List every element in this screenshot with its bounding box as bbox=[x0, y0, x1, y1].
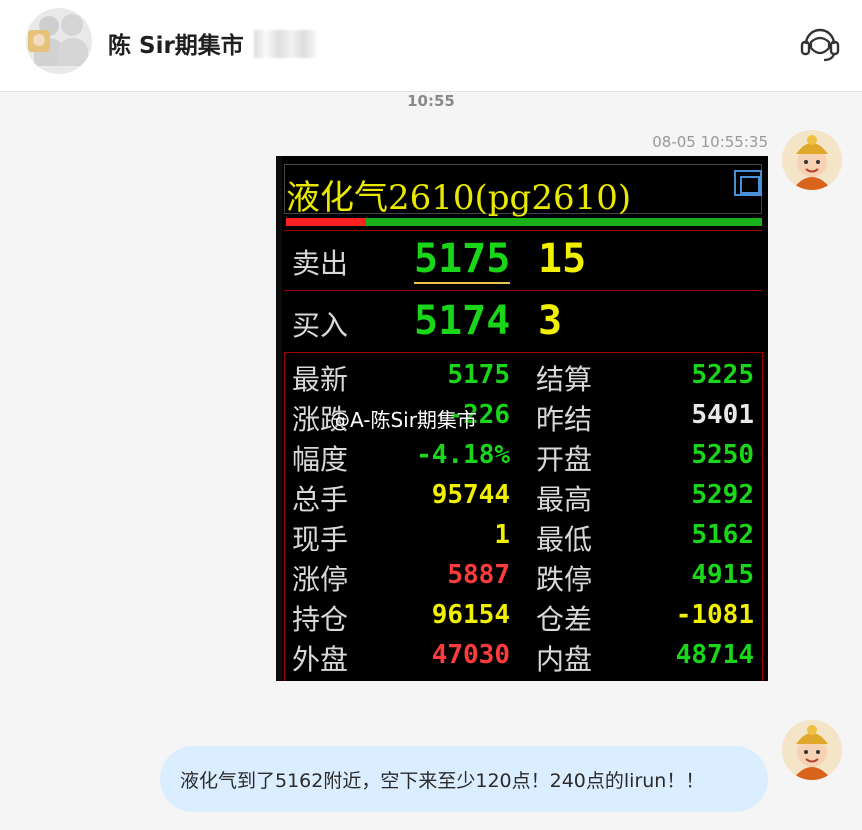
sell-price: 5175 bbox=[414, 236, 511, 282]
quote-value: 5225 bbox=[691, 360, 754, 390]
quote-value: 5292 bbox=[691, 480, 754, 510]
window-corner-icon bbox=[734, 170, 762, 196]
customer-service-icon[interactable] bbox=[798, 20, 842, 64]
sell-ratio-bar bbox=[286, 218, 366, 226]
buy-price: 5174 bbox=[414, 298, 511, 344]
message-text: 液化气到了5162附近，空下来至少120点！240点的lirun！！ bbox=[180, 770, 705, 792]
quote-label: 涨停 bbox=[292, 563, 349, 596]
message-timestamp: 08-05 10:55:35 bbox=[652, 133, 768, 151]
buy-volume: 3 bbox=[538, 298, 563, 344]
quote-label: 最低 bbox=[536, 523, 593, 556]
quote-label: 幅度 bbox=[292, 443, 349, 476]
quote-label: 仓差 bbox=[536, 603, 593, 636]
quote-value: 5175 bbox=[447, 360, 510, 390]
user-avatar[interactable] bbox=[782, 130, 842, 190]
quote-label: 结算 bbox=[536, 363, 593, 396]
quote-value: -1081 bbox=[675, 600, 754, 630]
quote-value: 48714 bbox=[675, 640, 754, 670]
buy-ratio-bar bbox=[366, 218, 762, 226]
quote-value: 96154 bbox=[431, 600, 510, 630]
quote-label: 现手 bbox=[292, 523, 349, 556]
quote-label: 外盘 bbox=[292, 643, 349, 676]
sell-volume: 15 bbox=[538, 236, 587, 282]
quote-value: 5250 bbox=[691, 440, 754, 470]
group-avatar-icon[interactable] bbox=[26, 8, 92, 74]
quote-label: 昨结 bbox=[536, 403, 593, 436]
quote-value: 95744 bbox=[431, 480, 510, 510]
sell-label: 卖出 bbox=[292, 247, 349, 280]
chat-title: 陈 Sir期集市 bbox=[108, 33, 244, 59]
quote-value: -4.18% bbox=[416, 440, 510, 470]
buy-label: 买入 bbox=[292, 309, 349, 342]
contract-title: 液化气2610(pg2610) bbox=[286, 178, 632, 218]
quote-value: 1 bbox=[494, 520, 510, 550]
weibo-watermark: @A-陈Sir期集市 bbox=[330, 408, 477, 432]
blurred-title-suffix bbox=[254, 30, 316, 58]
quote-label: 内盘 bbox=[536, 643, 593, 676]
text-message-bubble[interactable]: 液化气到了5162附近，空下来至少120点！240点的lirun！！ bbox=[160, 746, 768, 812]
quote-label: 开盘 bbox=[536, 443, 593, 476]
quote-label: 跌停 bbox=[536, 563, 593, 596]
quote-label: 最高 bbox=[536, 483, 593, 516]
chat-header: 陈 Sir期集市 bbox=[0, 0, 862, 92]
quote-value: 5162 bbox=[691, 520, 754, 550]
quote-value: 47030 bbox=[431, 640, 510, 670]
quote-value: 5401 bbox=[691, 400, 754, 430]
user-avatar[interactable] bbox=[782, 720, 842, 780]
quote-label: 最新 bbox=[292, 363, 349, 396]
time-separator: 10:55 bbox=[407, 92, 455, 110]
quote-label: 持仓 bbox=[292, 603, 349, 636]
quote-value: 5887 bbox=[447, 560, 510, 590]
quote-label: 总手 bbox=[292, 483, 349, 516]
quote-value: 4915 bbox=[691, 560, 754, 590]
